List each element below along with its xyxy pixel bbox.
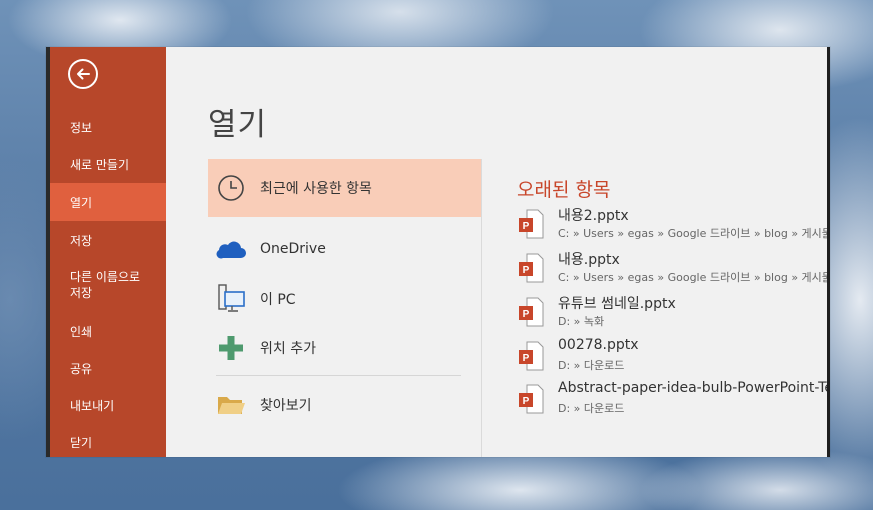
nav-new[interactable]: 새로 만들기 [50, 157, 166, 175]
back-button[interactable] [68, 59, 98, 89]
svg-text:P: P [523, 396, 530, 407]
nav-info[interactable]: 정보 [50, 120, 166, 138]
pptx-file-icon: P [519, 384, 544, 414]
nav-save[interactable]: 저장 [50, 233, 166, 251]
nav-export[interactable]: 내보내기 [50, 398, 166, 416]
nav-save-as[interactable]: 다른 이름으로 저장 [50, 269, 166, 303]
pptx-file-icon: P [519, 297, 544, 327]
recent-file[interactable]: P 00278.pptx D: » 다운로드 [516, 337, 828, 379]
pptx-file-icon: P [519, 209, 544, 239]
svg-text:P: P [523, 309, 530, 320]
back-arrow-icon [77, 68, 90, 80]
svg-text:P: P [523, 221, 530, 232]
backstage-sidebar: 정보 새로 만들기 열기 저장 다른 이름으로 저장 인쇄 공유 내보내기 닫기 [50, 47, 166, 457]
backstage-window: 정보 새로 만들기 열기 저장 다른 이름으로 저장 인쇄 공유 내보내기 닫기… [46, 47, 830, 457]
location-browse[interactable]: 찾아보기 [208, 376, 482, 434]
recent-section-title: 오래된 항목 [517, 179, 611, 201]
recent-file[interactable]: P Abstract-paper-idea-bulb-PowerPoint-Te… [516, 380, 828, 422]
svg-text:P: P [523, 353, 530, 364]
recent-file[interactable]: P 내용.pptx C: » Users » egas » Google 드라이… [516, 249, 828, 291]
location-add-place[interactable]: 위치 추가 [208, 319, 482, 377]
recent-file[interactable]: P 내용2.pptx C: » Users » egas » Google 드라… [516, 205, 828, 247]
svg-text:P: P [523, 265, 530, 276]
pptx-file-icon: P [519, 341, 544, 371]
cloud-icon [214, 232, 248, 266]
plus-icon [214, 331, 248, 365]
page-title: 열기 [208, 107, 268, 143]
location-recent[interactable]: 최근에 사용한 항목 [208, 159, 482, 217]
nav-print[interactable]: 인쇄 [50, 324, 166, 342]
nav-open[interactable]: 열기 [50, 183, 166, 221]
computer-icon [214, 282, 248, 316]
folder-icon [214, 388, 248, 422]
clock-icon [214, 171, 248, 205]
pptx-file-icon: P [519, 253, 544, 283]
nav-close[interactable]: 닫기 [50, 435, 166, 453]
nav-share[interactable]: 공유 [50, 361, 166, 379]
recent-file[interactable]: P 유튜브 썸네일.pptx D: » 녹화 [516, 293, 828, 335]
panel-divider [481, 159, 482, 457]
